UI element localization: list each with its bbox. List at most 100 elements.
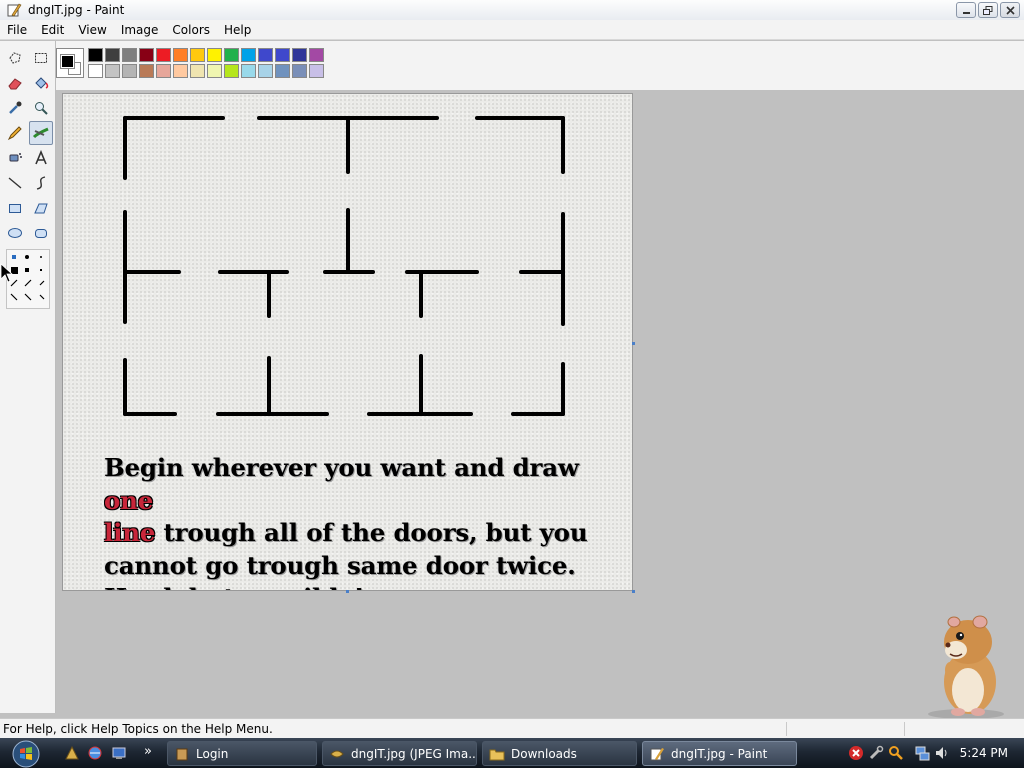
canvas[interactable]: Begin wherever you want and draw one lin… (62, 93, 633, 591)
color-swatch[interactable] (258, 64, 273, 78)
paint-bucket-icon (35, 77, 49, 89)
taskbar-button-paint[interactable]: dngIT.jpg - Paint (642, 741, 797, 766)
menu-view[interactable]: View (71, 23, 113, 37)
free-select-tool[interactable] (3, 46, 27, 70)
paint-app-icon (7, 3, 22, 17)
color-swatch[interactable] (309, 64, 324, 78)
color-swatch[interactable] (258, 48, 273, 62)
text-tool[interactable] (29, 146, 53, 170)
color-swatch[interactable] (88, 64, 103, 78)
menu-edit[interactable]: Edit (34, 23, 71, 37)
color-swatch[interactable] (241, 64, 256, 78)
color-swatch[interactable] (190, 48, 205, 62)
color-swatch[interactable] (173, 48, 188, 62)
search-tray-icon[interactable] (888, 745, 904, 761)
airbrush-tool[interactable] (3, 146, 27, 170)
taskbar-button-label: dngIT.jpg (JPEG Ima... (351, 746, 477, 761)
eraser-tool[interactable] (3, 71, 27, 95)
color-swatch[interactable] (190, 64, 205, 78)
minimize-button[interactable] (956, 2, 976, 18)
rect-select-tool[interactable] (29, 46, 53, 70)
text-line-1a: Begin wherever you want and draw (104, 453, 579, 482)
magnifier-tool[interactable] (29, 96, 53, 120)
text-line-2b: trough all of the doors, but you (155, 518, 588, 547)
title-bar: dngIT.jpg - Paint (0, 0, 1024, 20)
color-swatch[interactable] (139, 64, 154, 78)
curve-tool[interactable] (29, 171, 53, 195)
pencil-icon (7, 126, 22, 141)
brush-tool[interactable] (29, 121, 53, 145)
color-swatch[interactable] (275, 48, 290, 62)
quicklaunch-app-icon[interactable] (64, 745, 80, 761)
text-one-highlight: one (104, 485, 154, 515)
taskbar-button-login[interactable]: Login (167, 741, 317, 766)
status-help-text: For Help, click Help Topics on the Help … (3, 721, 273, 736)
quicklaunch-browser-icon[interactable] (87, 745, 103, 761)
menu-image[interactable]: Image (114, 23, 166, 37)
pencil-tool[interactable] (3, 121, 27, 145)
rounded-rectangle-tool[interactable] (29, 221, 53, 245)
canvas-resize-handle-right[interactable] (632, 342, 635, 345)
menu-bar: File Edit View Image Colors Help (0, 20, 1024, 40)
color-swatch[interactable] (224, 64, 239, 78)
fill-tool[interactable] (29, 71, 53, 95)
network-icon[interactable] (914, 745, 930, 761)
color-swatch[interactable] (122, 48, 137, 62)
menu-help[interactable]: Help (217, 23, 258, 37)
color-swatch[interactable] (309, 48, 324, 62)
text-line-highlight: line (104, 518, 156, 547)
folder-icon (489, 749, 505, 760)
color-swatch[interactable] (292, 48, 307, 62)
puzzle-instructions: Begin wherever you want and draw one lin… (104, 452, 624, 590)
free-select-icon (9, 52, 21, 64)
color-swatch[interactable] (156, 48, 171, 62)
status-separator (786, 722, 787, 736)
close-button[interactable] (1000, 2, 1020, 18)
airbrush-icon (9, 153, 22, 162)
quicklaunch-desktop-icon[interactable] (111, 745, 127, 761)
start-button[interactable] (6, 739, 46, 768)
ellipse-tool[interactable] (3, 221, 27, 245)
color-swatch[interactable] (105, 64, 120, 78)
minimize-icon (962, 12, 970, 14)
color-swatch[interactable] (275, 64, 290, 78)
color-swatch[interactable] (139, 48, 154, 62)
color-swatch[interactable] (122, 64, 137, 78)
canvas-resize-handle-corner[interactable] (632, 590, 635, 593)
jpeg-viewer-icon (330, 750, 344, 757)
rectangle-tool[interactable] (3, 196, 27, 220)
mouse-cursor-icon (0, 263, 14, 283)
line-tool[interactable] (3, 171, 27, 195)
paint-app-icon (650, 747, 664, 760)
color-swatch[interactable] (207, 48, 222, 62)
color-box (0, 41, 1024, 90)
taskbar-clock[interactable]: 5:24 PM (960, 746, 1008, 760)
hamster-mascot (928, 615, 1004, 719)
volume-icon[interactable] (934, 745, 950, 761)
rectangle-icon (9, 204, 21, 213)
color-swatch[interactable] (173, 64, 188, 78)
taskbar: » Login dngIT.jpg (JPEG Ima... Downloads… (0, 738, 1024, 768)
color-swatch[interactable] (156, 64, 171, 78)
color-swatch[interactable] (207, 64, 222, 78)
taskbar-button-downloads[interactable]: Downloads (482, 741, 637, 766)
color-swatch[interactable] (88, 48, 103, 62)
color-swatch[interactable] (224, 48, 239, 62)
status-separator (904, 722, 905, 736)
text-line-4: Hard, but possible! (104, 583, 364, 590)
foreground-color[interactable] (60, 54, 75, 69)
canvas-resize-handle-bottom[interactable] (346, 590, 349, 593)
security-alert-icon[interactable] (848, 745, 864, 761)
color-picker-tool[interactable] (3, 96, 27, 120)
menu-colors[interactable]: Colors (165, 23, 217, 37)
quicklaunch-overflow[interactable]: » (144, 744, 152, 759)
tools-tray-icon[interactable] (868, 745, 884, 761)
taskbar-button-jpeg-viewer[interactable]: dngIT.jpg (JPEG Ima... (322, 741, 477, 766)
color-swatch[interactable] (292, 64, 307, 78)
maximize-button[interactable] (978, 2, 998, 18)
menu-file[interactable]: File (0, 23, 34, 37)
polygon-tool[interactable] (29, 196, 53, 220)
current-colors[interactable] (56, 48, 84, 78)
color-swatch[interactable] (241, 48, 256, 62)
color-swatch[interactable] (105, 48, 120, 62)
